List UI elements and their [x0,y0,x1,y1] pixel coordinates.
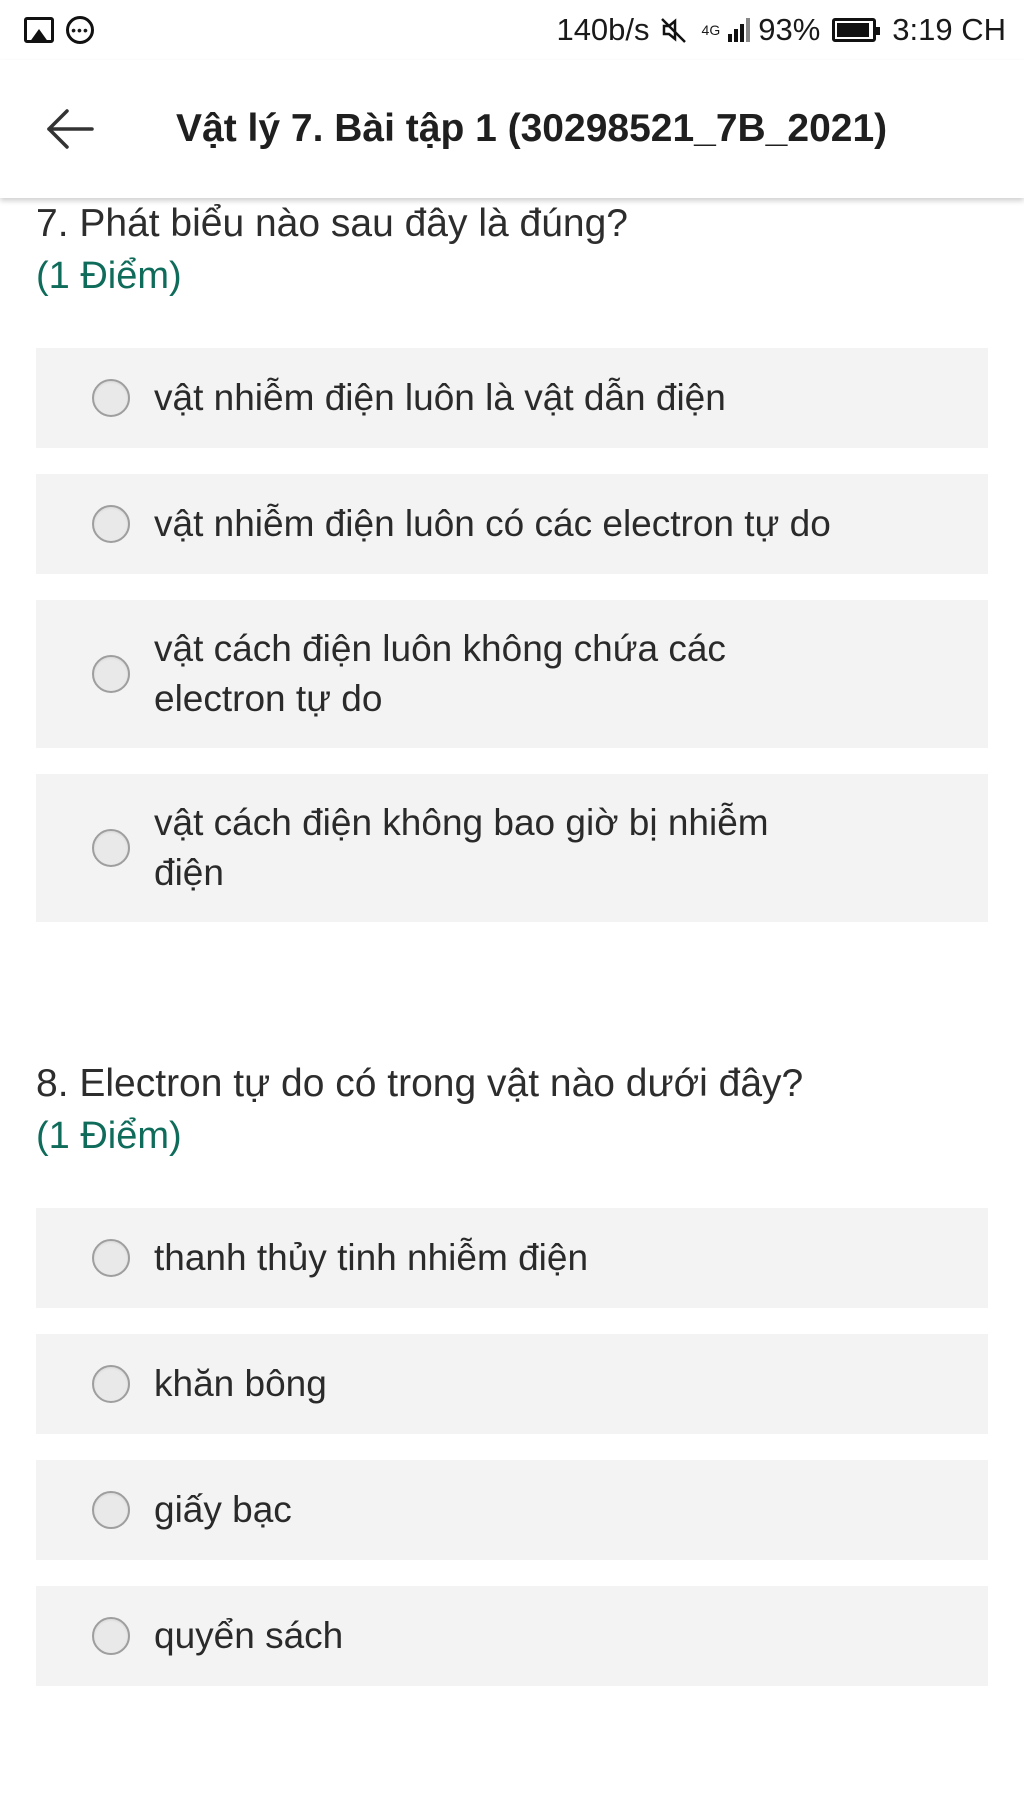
quiz-content: 7. Phát biểu nào sau đây là đúng? (1 Điể… [0,198,1024,1712]
answer-option[interactable]: khăn bông [36,1334,988,1434]
answer-label: giấy bạc [154,1489,292,1530]
answer-option[interactable]: vật cách điện không bao giờ bị nhiễm điệ… [36,774,988,922]
back-button[interactable] [20,79,120,179]
question-title: 7. Phát biểu nào sau đây là đúng? [36,202,628,245]
answer-options: vật nhiễm điện luôn là vật dẫn điện vật … [36,348,988,922]
radio-button[interactable] [92,655,130,693]
answer-label: quyển sách [154,1615,344,1656]
question-title: 8. Electron tự do có trong vật nào dưới … [36,1062,804,1105]
answer-option[interactable]: vật nhiễm điện luôn có các electron tự d… [36,474,988,574]
image-notification-icon [24,17,54,43]
signal-icon [728,18,751,42]
radio-button[interactable] [92,1365,130,1403]
answer-label: vật nhiễm điện luôn là vật dẫn điện [154,377,726,418]
radio-button[interactable] [92,1617,130,1655]
answer-label: khăn bông [154,1363,327,1404]
answer-option[interactable]: quyển sách [36,1586,988,1686]
answer-option[interactable]: vật nhiễm điện luôn là vật dẫn điện [36,348,988,448]
status-bar-right: 140b/s 4G 93% 3:19 CH [556,12,1006,48]
answer-label: vật cách điện không bao giờ bị nhiễm điệ… [154,802,769,893]
radio-button[interactable] [92,829,130,867]
network-speed: 140b/s [556,12,650,47]
radio-button[interactable] [92,379,130,417]
radio-button[interactable] [92,1239,130,1277]
radio-button[interactable] [92,505,130,543]
answer-option[interactable]: thanh thủy tinh nhiễm điện [36,1208,988,1308]
status-bar-left: ••• [24,16,94,44]
answer-option[interactable]: vật cách điện luôn không chứa các electr… [36,600,988,748]
question-8: 8. Electron tự do có trong vật nào dưới … [36,1058,988,1686]
battery-percent: 93% [758,12,821,47]
clock: 3:19 CH [892,12,1006,47]
radio-button[interactable] [92,1491,130,1529]
battery-icon [832,18,881,42]
app-bar: Vật lý 7. Bài tập 1 (30298521_7B_2021) [0,60,1024,198]
question-points: (1 Điểm) [36,255,182,297]
more-notifications-icon: ••• [66,16,94,44]
page-title: Vật lý 7. Bài tập 1 (30298521_7B_2021) [176,107,888,150]
answer-label: thanh thủy tinh nhiễm điện [154,1237,589,1278]
answer-options: thanh thủy tinh nhiễm điện khăn bông giấ… [36,1208,988,1686]
network-type: 4G [701,22,721,38]
question-points: (1 Điểm) [36,1115,182,1157]
arrow-left-icon [47,109,94,149]
status-bar: ••• 140b/s 4G 93% 3:19 CH [0,0,1024,60]
question-spacer [36,948,988,1058]
battery-fill [837,23,869,37]
mute-icon [660,18,686,43]
question-7: 7. Phát biểu nào sau đây là đúng? (1 Điể… [36,198,988,922]
answer-label: vật cách điện luôn không chứa các electr… [154,628,726,719]
answer-label: vật nhiễm điện luôn có các electron tự d… [154,503,831,544]
answer-option[interactable]: giấy bạc [36,1460,988,1560]
